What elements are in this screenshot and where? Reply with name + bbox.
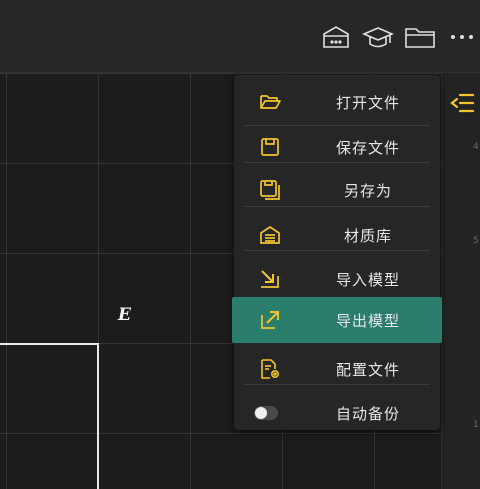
folder-icon[interactable] xyxy=(404,22,436,52)
save-as-icon xyxy=(258,178,282,202)
menu-item-auto-backup[interactable]: 自动备份 xyxy=(234,391,440,435)
graduation-cap-icon[interactable] xyxy=(362,22,394,52)
point-label: E xyxy=(118,305,131,325)
config-file-icon xyxy=(258,357,282,381)
menu-divider xyxy=(244,250,430,251)
auto-backup-toggle[interactable] xyxy=(254,401,278,425)
menu-item-export-model[interactable]: 导出模型 xyxy=(232,297,442,343)
menu-item-label: 自动备份 xyxy=(335,404,400,423)
geometry-edge-horizontal xyxy=(0,343,99,345)
menu-item-label: 导出模型 xyxy=(335,311,400,330)
rack-icon[interactable] xyxy=(320,22,352,52)
ruler-tick: 4 xyxy=(473,142,479,152)
import-icon xyxy=(258,267,282,291)
ruler-tick: 1 xyxy=(473,420,479,430)
menu-item-label: 导入模型 xyxy=(335,270,400,289)
file-menu: 打开文件 保存文件 另存为 材质库 导入模型 导出模型 配置文件 自动备份 xyxy=(232,75,442,430)
save-icon xyxy=(258,135,282,159)
export-icon xyxy=(258,308,282,332)
menu-item-label: 打开文件 xyxy=(335,93,400,112)
material-library-icon xyxy=(258,223,282,247)
collapse-panel-icon[interactable] xyxy=(449,90,475,120)
more-icon[interactable] xyxy=(446,22,478,52)
menu-divider xyxy=(244,206,430,207)
menu-item-import-model[interactable]: 导入模型 xyxy=(234,257,440,301)
ruler-tick: 5 xyxy=(473,236,479,246)
folder-open-icon xyxy=(258,90,282,114)
top-toolbar xyxy=(0,0,480,73)
menu-item-open-file[interactable]: 打开文件 xyxy=(234,80,440,124)
menu-divider xyxy=(244,162,430,163)
geometry-edge-vertical xyxy=(97,343,99,489)
menu-divider xyxy=(244,384,430,385)
